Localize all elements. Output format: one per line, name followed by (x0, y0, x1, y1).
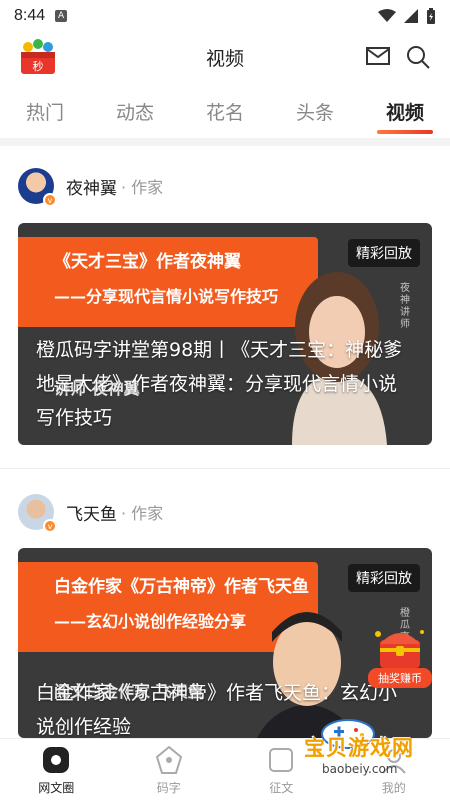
lottery-label: 抽奖赚币 (368, 668, 432, 688)
post-author[interactable]: v 飞天鱼 · 作家 (18, 492, 164, 533)
circle-nav-icon (43, 747, 70, 773)
notification-a-icon: A (55, 10, 68, 22)
app-bar: 秒 视频 (0, 32, 450, 82)
tab-nickname[interactable]: 花名 (180, 84, 270, 136)
verified-badge-icon: v (43, 193, 57, 207)
nav-label: 码字 (156, 781, 181, 795)
mail-icon[interactable] (366, 46, 390, 66)
avatar[interactable]: v (18, 494, 57, 533)
author-role: · 作家 (121, 504, 164, 523)
author-name[interactable]: 飞天鱼 (66, 500, 117, 525)
nav-write[interactable]: 码字 (113, 739, 226, 800)
video-title: 橙瓜码字讲堂第98期丨《天才三宝：神秘爹地是大佬》作者夜神翼：分享现代言情小说写… (36, 339, 403, 429)
video-card[interactable]: 《天才三宝》作者夜神翼 ——分享现代言情小说写作技巧 精彩回放 夜神 讲师 讲师… (18, 223, 432, 445)
divider (0, 468, 450, 469)
lottery-button[interactable]: 抽奖赚币 (368, 620, 432, 688)
status-bar: 8:44 A (0, 0, 450, 32)
tab-hot[interactable]: 热门 (0, 84, 90, 136)
nav-circle[interactable]: 网文圈 (0, 739, 113, 800)
site-watermark: 宝贝游戏网 baobeiy.com (276, 712, 446, 782)
treasure-chest-icon (375, 630, 424, 668)
post-author[interactable]: v 夜神翼 · 作家 (18, 166, 164, 207)
tab-bar: 热门 动态 花名 头条 视频 (0, 84, 450, 136)
nav-label: 网文圈 (38, 781, 75, 795)
write-nav-icon (155, 745, 182, 774)
divider (0, 138, 450, 146)
avatar[interactable]: v (18, 168, 57, 207)
verified-badge-icon: v (43, 519, 57, 533)
wifi-icon (378, 9, 396, 22)
signal-icon (404, 9, 418, 23)
status-right (378, 8, 436, 24)
side-text: 夜神 讲师 (400, 283, 410, 330)
replay-tag: 精彩回放 (348, 239, 420, 267)
banner-line-2: ——玄幻小说创作经验分享 (54, 612, 247, 631)
battery-icon (427, 8, 435, 24)
status-time: 8:44 (14, 7, 46, 24)
author-role: · 作家 (121, 178, 164, 197)
tab-feed[interactable]: 动态 (90, 84, 180, 136)
tab-headlines[interactable]: 头条 (270, 84, 360, 136)
watermark-url: baobeiy.com (322, 762, 398, 776)
watermark-text: 宝贝游戏网 (304, 736, 414, 760)
tab-video[interactable]: 视频 (360, 84, 450, 136)
banner-line-1: 《天才三宝》作者夜神翼 (54, 252, 241, 272)
banner-line-2: ——分享现代言情小说写作技巧 (54, 287, 279, 306)
replay-tag: 精彩回放 (348, 564, 420, 592)
author-name[interactable]: 夜神翼 (66, 174, 117, 199)
search-icon[interactable] (405, 44, 431, 70)
